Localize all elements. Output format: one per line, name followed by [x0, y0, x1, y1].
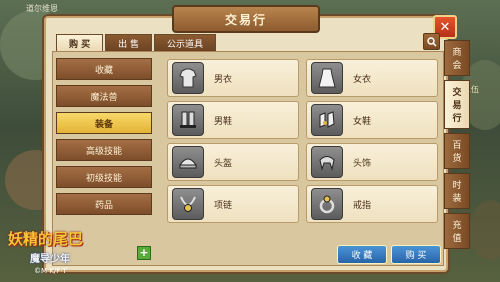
item-label: 男衣: [214, 74, 233, 85]
item-necklace[interactable]: 项链: [167, 185, 299, 223]
item-male-shoes[interactable]: 男鞋: [167, 101, 299, 139]
side-tab-char: 易: [452, 101, 462, 111]
necklace-icon: [172, 188, 204, 220]
side-tab-fashion[interactable]: 时 装: [444, 173, 470, 209]
headwear-icon: [311, 146, 343, 178]
side-tab-char: 行: [452, 114, 462, 124]
background-chat-text: 道尔维恩: [26, 4, 58, 13]
item-label: 头饰: [353, 158, 372, 169]
favorite-button[interactable]: 收 藏: [337, 245, 387, 264]
item-label: 头盔: [214, 158, 233, 169]
item-male-clothes[interactable]: 男衣: [167, 59, 299, 97]
category-magic-beast[interactable]: 魔法兽: [56, 85, 152, 107]
item-label: 项链: [214, 200, 233, 211]
game-logo-title: 妖精的尾巴: [8, 230, 84, 248]
item-grid: 男衣 女衣 男鞋 女鞋 头盔 头饰 项链 戒指: [167, 59, 438, 227]
close-icon: ✕: [439, 19, 451, 35]
item-label: 女衣: [353, 74, 372, 85]
window-title: 交易行: [172, 5, 320, 33]
item-headwear[interactable]: 头饰: [306, 143, 438, 181]
category-equipment[interactable]: 装备: [56, 112, 152, 134]
side-tab-char: 商: [452, 48, 462, 58]
category-advanced-skill[interactable]: 高级技能: [56, 139, 152, 161]
item-helmet[interactable]: 头盔: [167, 143, 299, 181]
item-female-shoes[interactable]: 女鞋: [306, 101, 438, 139]
search-icon: [426, 36, 437, 47]
game-logo-copyright: ©M·K/F·T: [34, 267, 67, 275]
male-shoes-icon: [172, 104, 204, 136]
side-tab-char: 交: [452, 88, 462, 98]
buy-button[interactable]: 购 买: [391, 245, 441, 264]
category-potion[interactable]: 药品: [56, 193, 152, 215]
side-tab-char: 充: [452, 221, 462, 231]
item-label: 男鞋: [214, 116, 233, 127]
side-tab-bar: 商 会 交 易 行 百 货 时 装 充 值: [444, 40, 470, 253]
side-tab-store[interactable]: 百 货: [444, 133, 470, 169]
game-logo-subtitle: 魔导少年: [30, 254, 70, 265]
female-shoes-icon: [311, 104, 343, 136]
side-tab-char: 货: [452, 154, 462, 164]
trade-tabs: 购 买 出 售 公示道具: [56, 34, 218, 53]
item-label: 女鞋: [353, 116, 372, 127]
category-basic-skill[interactable]: 初级技能: [56, 166, 152, 188]
side-tab-recharge[interactable]: 充 值: [444, 213, 470, 249]
search-button[interactable]: [423, 33, 440, 50]
side-tab-auction[interactable]: 交 易 行: [444, 80, 470, 129]
side-tab-char: 百: [452, 141, 462, 151]
expand-plus-button[interactable]: +: [137, 246, 151, 260]
helmet-icon: [172, 146, 204, 178]
side-tab-char: 时: [452, 181, 462, 191]
item-label: 戒指: [353, 200, 372, 211]
item-ring[interactable]: 戒指: [306, 185, 438, 223]
side-tab-char: 装: [452, 194, 462, 204]
side-tab-char: 会: [452, 61, 462, 71]
female-clothes-icon: [311, 62, 343, 94]
category-favorites[interactable]: 收藏: [56, 58, 152, 80]
background-character: [470, 200, 500, 260]
category-list: 收藏 魔法兽 装备 高级技能 初级技能 药品: [56, 58, 152, 220]
ring-icon: [311, 188, 343, 220]
side-tab-chamber[interactable]: 商 会: [444, 40, 470, 76]
item-female-clothes[interactable]: 女衣: [306, 59, 438, 97]
male-clothes-icon: [172, 62, 204, 94]
side-tab-char: 值: [452, 234, 462, 244]
